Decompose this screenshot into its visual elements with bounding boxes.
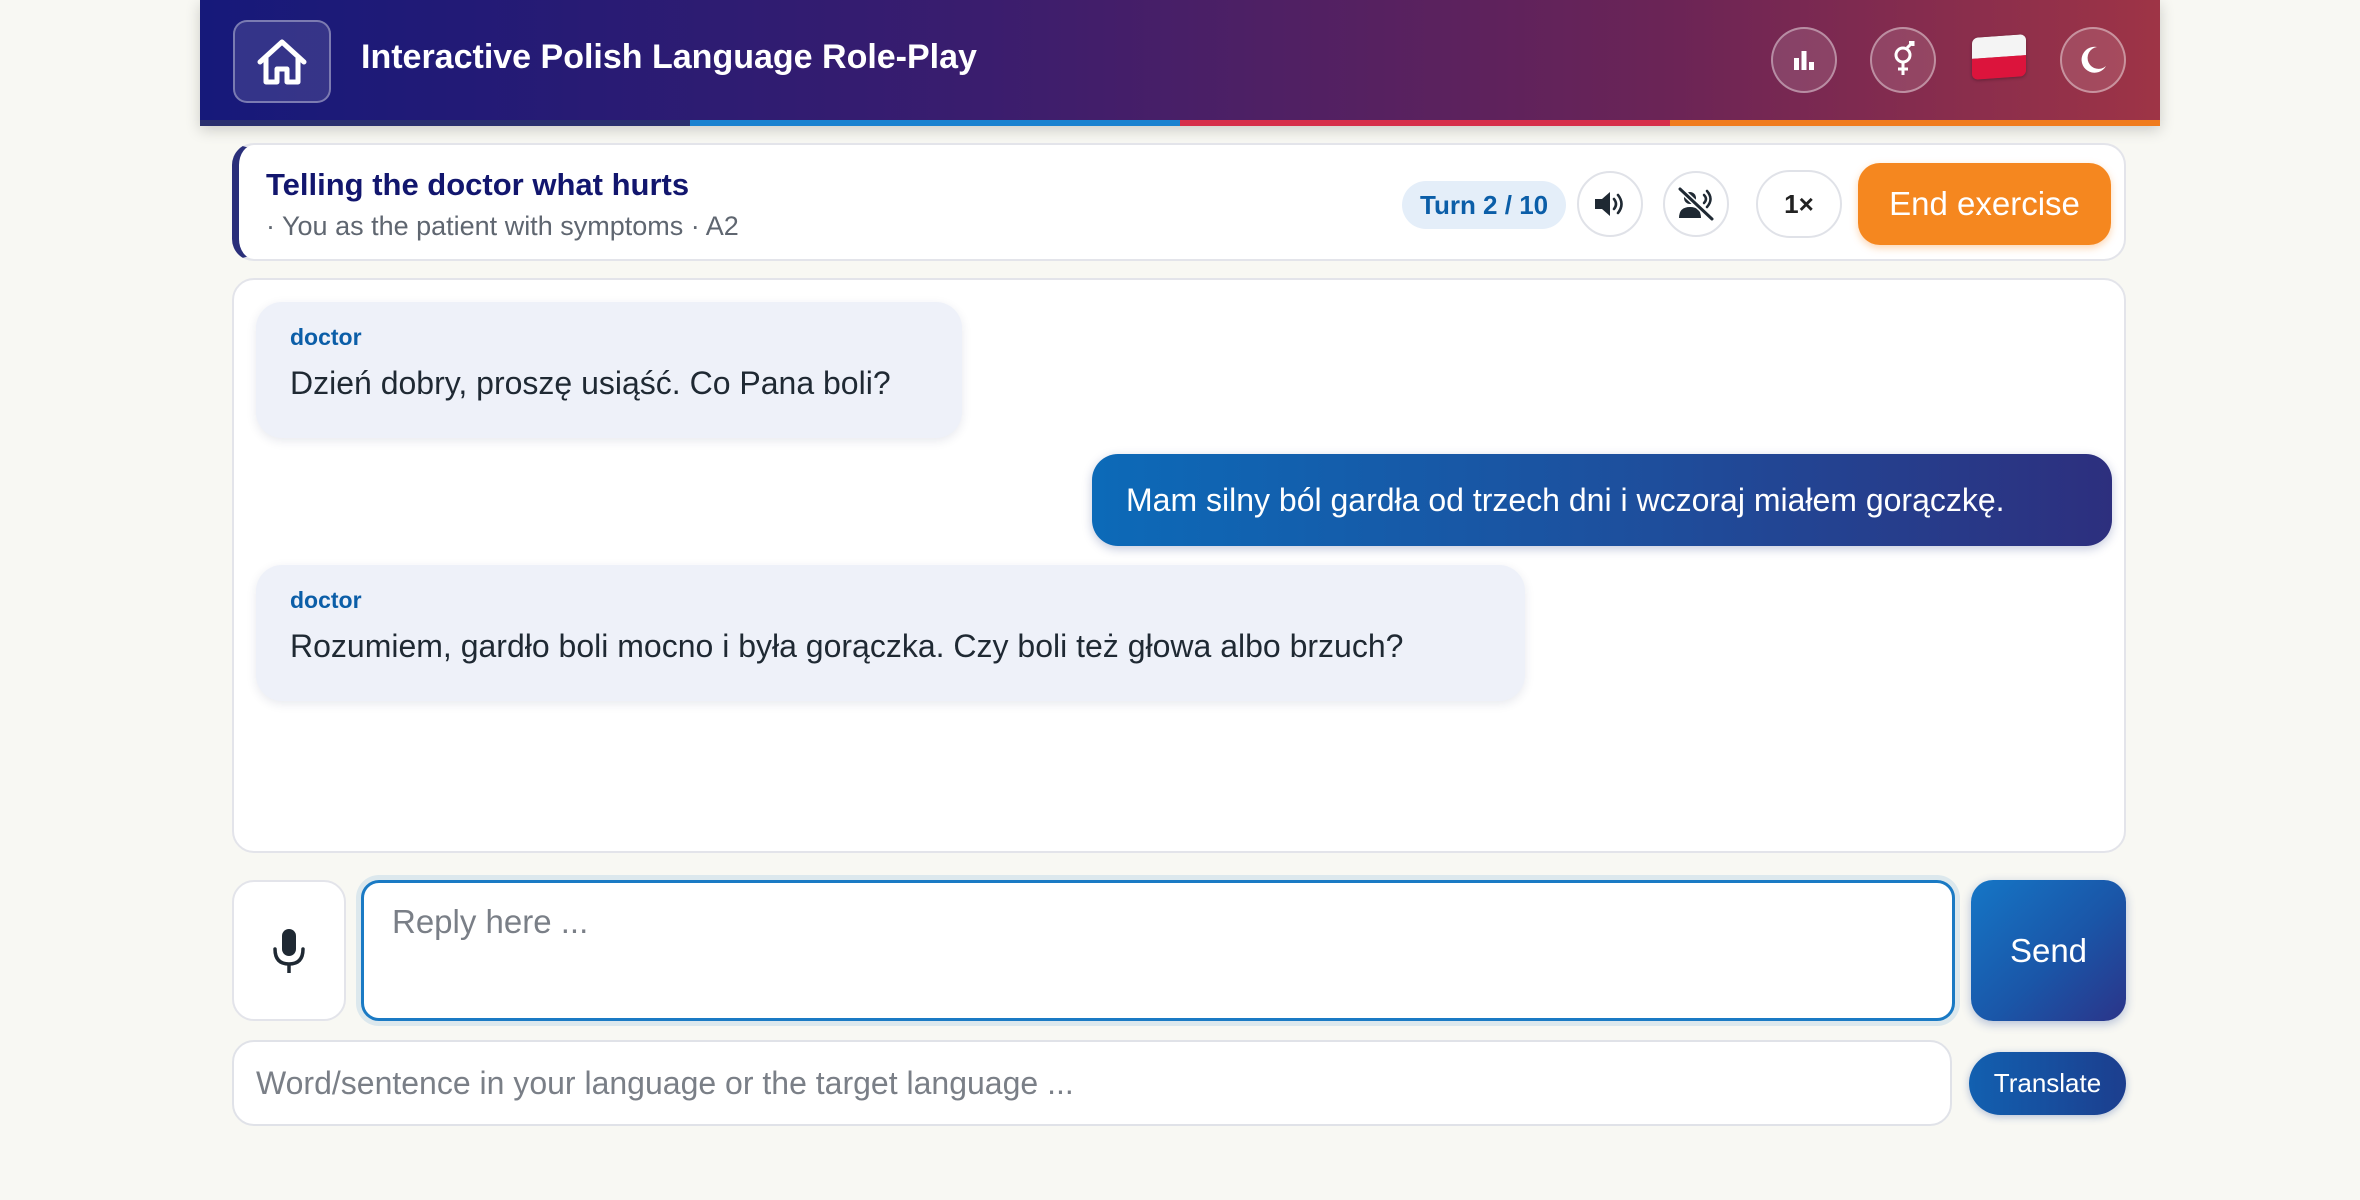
- chat-message-incoming: doctor Rozumiem, gardło boli mocno i był…: [256, 565, 1525, 701]
- microphone-button[interactable]: [232, 880, 346, 1021]
- header-stripe: [200, 120, 2160, 126]
- speech-off-icon: [1677, 187, 1715, 221]
- stats-button[interactable]: [1771, 27, 1837, 93]
- turn-counter-badge: Turn 2 / 10: [1402, 181, 1567, 229]
- translate-input[interactable]: [232, 1040, 1952, 1126]
- home-icon: [257, 39, 307, 84]
- bar-chart-icon: [1794, 51, 1814, 70]
- auto-speak-toggle-button[interactable]: [1663, 171, 1729, 237]
- chat-message-outgoing: Mam silny ból gardła od trzech dni i wcz…: [1092, 454, 2112, 546]
- message-speaker: doctor: [290, 587, 362, 613]
- message-text: Dzień dobry, proszę usiąść. Co Pana boli…: [290, 365, 891, 401]
- send-button[interactable]: Send: [1971, 880, 2126, 1021]
- translate-button[interactable]: Translate: [1969, 1052, 2126, 1115]
- app-header: Interactive Polish Language Role-Play: [200, 0, 2160, 126]
- gender-button[interactable]: [1870, 27, 1936, 93]
- reply-input[interactable]: [361, 880, 1955, 1021]
- audio-play-button[interactable]: [1577, 171, 1643, 237]
- home-button[interactable]: [233, 20, 331, 103]
- exercise-subtitle: · You as the patient with symptoms · A2: [266, 211, 739, 241]
- chat-panel[interactable]: doctor Dzień dobry, proszę usiąść. Co Pa…: [232, 278, 2126, 853]
- polish-flag-icon[interactable]: [1972, 34, 2026, 80]
- speaker-icon: [1595, 192, 1623, 216]
- moon-icon: [2081, 46, 2106, 73]
- exercise-title: Telling the doctor what hurts: [266, 167, 690, 202]
- theme-toggle-button[interactable]: [2060, 27, 2126, 93]
- chat-message-incoming: doctor Dzień dobry, proszę usiąść. Co Pa…: [256, 302, 962, 438]
- playback-speed-button[interactable]: 1×: [1756, 170, 1842, 238]
- message-text: Rozumiem, gardło boli mocno i była gorąc…: [290, 628, 1404, 664]
- microphone-icon: [273, 928, 305, 973]
- gender-icon: [1894, 41, 1915, 75]
- message-speaker: doctor: [290, 324, 362, 350]
- exercise-bar: Telling the doctor what hurts · You as t…: [232, 143, 2126, 261]
- end-exercise-button[interactable]: End exercise: [1858, 163, 2111, 245]
- app-title: Interactive Polish Language Role-Play: [361, 38, 977, 76]
